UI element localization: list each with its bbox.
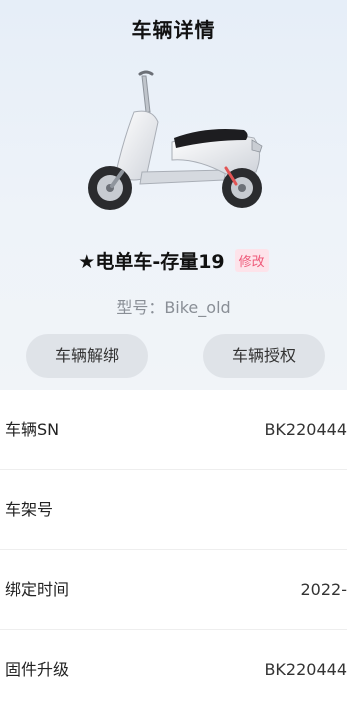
detail-label: 固件升级 [5,660,70,679]
detail-label: 车辆SN [5,420,60,439]
vehicle-name: ★电单车-存量19 [78,251,225,273]
vehicle-name-row: ★电单车-存量19 修改 [0,247,347,274]
detail-label: 绑定时间 [5,580,70,599]
vehicle-detail-page: 车辆详情 ★电单车-存量19 修改 型号：Bike_old 车辆解绑 车辆授权 … [0,0,347,703]
detail-value: BK220444 [264,420,347,439]
detail-value: BK220444 [264,660,347,679]
detail-row-sn: 车辆SN BK220444 [0,390,347,470]
scooter-image [88,70,263,210]
vehicle-header-section: 车辆详情 ★电单车-存量19 修改 型号：Bike_old 车辆解绑 车辆授权 [0,0,347,390]
detail-label: 车架号 [5,500,54,519]
page-title: 车辆详情 [131,18,216,42]
authorize-vehicle-button[interactable]: 车辆授权 [203,334,325,378]
detail-row-frame-number: 车架号 [0,470,347,550]
edit-name-button[interactable]: 修改 [234,249,269,272]
detail-value: 2022- [300,580,347,599]
vehicle-info-list: 车辆SN BK220444 车架号 绑定时间 2022- 固件升级 BK2204… [0,390,347,703]
detail-row-bind-time: 绑定时间 2022- [0,550,347,630]
detail-row-firmware-upgrade[interactable]: 固件升级 BK220444 [0,630,347,703]
vehicle-model: 型号：Bike_old [116,298,231,317]
unbind-vehicle-button[interactable]: 车辆解绑 [26,334,148,378]
